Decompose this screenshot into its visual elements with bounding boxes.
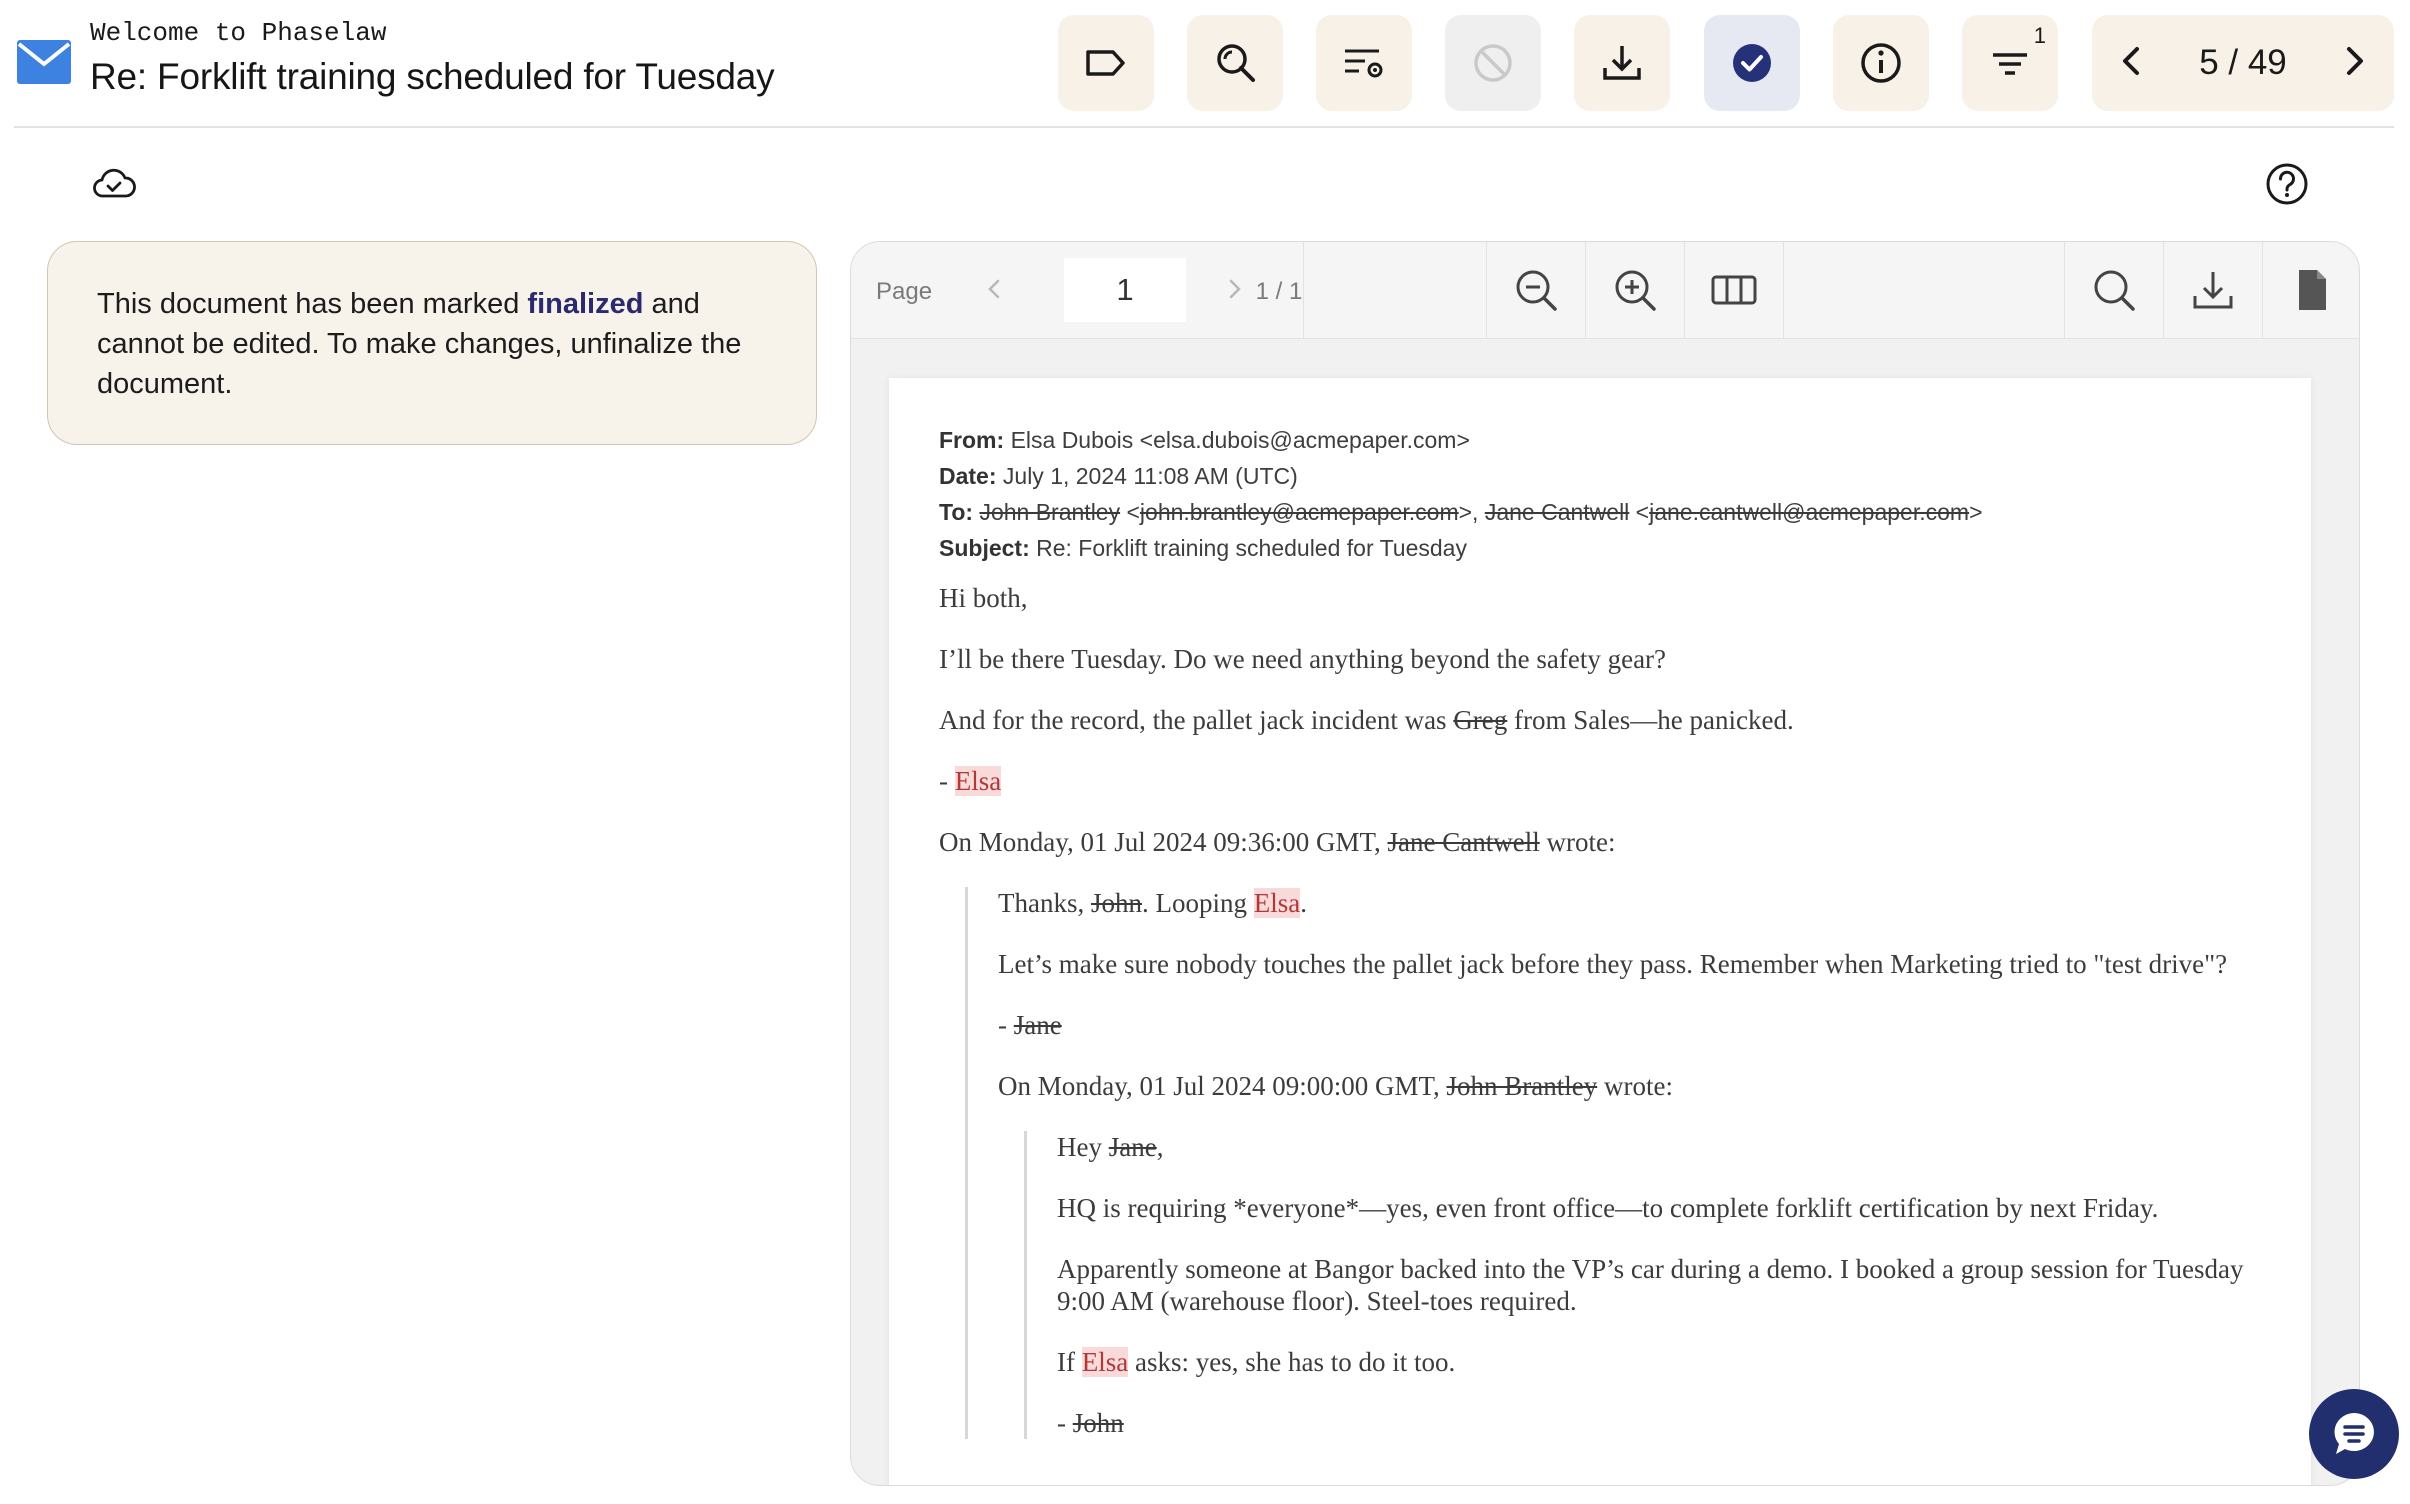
email-signature: - John bbox=[1057, 1408, 1124, 1438]
help-icon[interactable] bbox=[2265, 162, 2309, 206]
email-paragraph: Thanks, John. Looping Elsa. bbox=[998, 888, 1307, 918]
search-pdf-button[interactable] bbox=[2090, 266, 2138, 314]
quote-header: On Monday, 01 Jul 2024 09:00:00 GMT, Joh… bbox=[998, 1071, 1673, 1101]
highlighted-name[interactable]: Elsa bbox=[954, 766, 1002, 796]
download-pdf-button[interactable] bbox=[2189, 266, 2237, 314]
email-signature: - Elsa bbox=[939, 766, 1002, 796]
header-divider bbox=[14, 126, 2394, 128]
download-button[interactable] bbox=[1574, 15, 1670, 111]
email-signature: - Jane bbox=[998, 1010, 1062, 1040]
page-number-input[interactable] bbox=[1064, 258, 1186, 322]
zoom-in-icon bbox=[1615, 270, 1656, 311]
search-document-button[interactable] bbox=[1187, 15, 1283, 111]
filter-button[interactable]: 1 bbox=[1962, 15, 2058, 111]
redacted-name: Jane Cantwell bbox=[1387, 827, 1540, 857]
previous-page-button[interactable] bbox=[978, 272, 1012, 306]
document-pager: 5 / 49 bbox=[2092, 15, 2394, 111]
email-headers: From: Elsa Dubois <elsa.dubois@acmepaper… bbox=[939, 422, 2261, 566]
viewer-toolbar: Page 1 / 1 bbox=[851, 242, 2359, 339]
next-document-button[interactable] bbox=[2334, 41, 2374, 86]
toolbar-separator bbox=[1486, 242, 1487, 338]
email-paragraph: I’ll be there Tuesday. Do we need anythi… bbox=[939, 644, 1667, 674]
email-subject: Subject: Re: Forklift training scheduled… bbox=[939, 535, 1467, 561]
page-label: Page bbox=[876, 278, 933, 305]
zoom-out-button[interactable] bbox=[1512, 266, 1560, 314]
check-circle-icon bbox=[1733, 44, 1771, 82]
chat-icon bbox=[2334, 1413, 2374, 1454]
email-paragraph: Hey Jane, bbox=[1057, 1132, 1164, 1162]
email-body: Hi both, I’ll be there Tuesday. Do we ne… bbox=[939, 582, 2261, 1439]
toolbar-separator bbox=[1585, 242, 1586, 338]
redacted-name: John bbox=[1090, 888, 1142, 918]
info-icon bbox=[1861, 43, 1901, 83]
chevron-left-icon bbox=[2123, 46, 2139, 75]
email-date: Date: July 1, 2024 11:08 AM (UTC) bbox=[939, 463, 1298, 489]
email-from: From: Elsa Dubois <elsa.dubois@acmepaper… bbox=[939, 427, 1470, 453]
block-button[interactable] bbox=[1445, 15, 1541, 111]
toolbar-separator bbox=[2262, 242, 2263, 338]
email-paragraph: And for the record, the pallet jack inci… bbox=[939, 705, 1794, 735]
redacted-email: john.brantley@acmepaper.com bbox=[1139, 499, 1459, 525]
notice-status-finalized: finalized bbox=[527, 288, 644, 320]
toolbar-separator bbox=[2064, 242, 2065, 338]
email-paragraph: Let’s make sure nobody touches the palle… bbox=[998, 949, 2228, 979]
notice-text-before: This document has been marked bbox=[97, 288, 528, 320]
tag-button[interactable] bbox=[1058, 15, 1154, 111]
document-viewer: Page 1 / 1 bbox=[850, 241, 2360, 1486]
support-chat-button[interactable] bbox=[2309, 1389, 2399, 1479]
toolbar-separator bbox=[1303, 242, 1304, 338]
redacted-name: Greg bbox=[1453, 705, 1508, 735]
block-icon bbox=[1474, 44, 1512, 82]
redacted-name: Jane Cantwell bbox=[1484, 499, 1630, 525]
toolbar-separator bbox=[1783, 242, 1784, 338]
fit-width-icon bbox=[1711, 275, 1757, 305]
download-icon bbox=[1603, 46, 1641, 80]
quoted-message: Hey Jane, HQ is requiring *everyone*—yes… bbox=[1024, 1131, 2261, 1439]
mail-icon bbox=[17, 40, 71, 84]
redacted-name: John Brantley bbox=[979, 499, 1121, 525]
email-paragraph: Apparently someone at Bangor backed into… bbox=[1057, 1254, 2244, 1316]
zoom-in-button[interactable] bbox=[1611, 266, 1659, 314]
quoted-message: Thanks, John. Looping Elsa. Let’s make s… bbox=[965, 887, 2261, 1439]
document-properties-button[interactable] bbox=[2288, 266, 2336, 314]
zoom-search-icon bbox=[1217, 44, 1255, 82]
app-header: Welcome to Phaselaw Re: Forklift trainin… bbox=[0, 0, 2410, 128]
page-title: Re: Forklift training scheduled for Tues… bbox=[90, 56, 775, 97]
email-paragraph: If Elsa asks: yes, she has to do it too. bbox=[1057, 1347, 1456, 1377]
filter-count-badge: 1 bbox=[2033, 23, 2046, 48]
finalize-button[interactable] bbox=[1704, 15, 1800, 111]
highlighted-name[interactable]: Elsa bbox=[1253, 888, 1301, 918]
redacted-name: John bbox=[1072, 1408, 1124, 1438]
pdf-page: From: Elsa Dubois <elsa.dubois@acmepaper… bbox=[889, 378, 2311, 1485]
list-settings-button[interactable] bbox=[1316, 15, 1412, 111]
filter-icon bbox=[1993, 53, 2027, 75]
quote-header: On Monday, 01 Jul 2024 09:36:00 GMT, Jan… bbox=[939, 827, 1616, 857]
email-content: From: Elsa Dubois <elsa.dubois@acmepaper… bbox=[939, 422, 2261, 1468]
toolbar-separator bbox=[2163, 242, 2164, 338]
pager-position: 5 / 49 bbox=[2199, 43, 2287, 82]
fit-width-button[interactable] bbox=[1710, 266, 1758, 314]
cloud-saved-icon bbox=[93, 168, 136, 198]
previous-document-button[interactable] bbox=[2112, 41, 2152, 86]
welcome-text: Welcome to Phaselaw bbox=[90, 18, 387, 48]
tag-icon bbox=[1086, 50, 1125, 76]
list-settings-icon bbox=[1345, 49, 1383, 78]
email-paragraph: HQ is requiring *everyone*—yes, even fro… bbox=[1057, 1193, 2159, 1223]
finalized-notice: This document has been marked finalized … bbox=[47, 241, 817, 445]
info-button[interactable] bbox=[1833, 15, 1929, 111]
zoom-out-icon bbox=[1516, 270, 1557, 311]
chevron-right-icon bbox=[2346, 46, 2363, 75]
page-total: 1 / 1 bbox=[1255, 278, 1303, 305]
download-icon bbox=[2193, 272, 2233, 309]
redacted-name: Jane bbox=[1013, 1010, 1062, 1040]
email-paragraph: Hi both, bbox=[939, 583, 1028, 613]
email-to: To: John Brantley <john.brantley@acmepap… bbox=[939, 499, 1983, 525]
file-icon bbox=[2299, 270, 2326, 310]
toolbar-separator bbox=[1684, 242, 1685, 338]
search-icon bbox=[2094, 270, 2135, 311]
redacted-name: Jane bbox=[1108, 1132, 1157, 1162]
redacted-name: John Brantley bbox=[1446, 1071, 1598, 1101]
highlighted-name[interactable]: Elsa bbox=[1081, 1347, 1129, 1377]
redacted-email: jane.cantwell@acmepaper.com bbox=[1649, 499, 1970, 525]
